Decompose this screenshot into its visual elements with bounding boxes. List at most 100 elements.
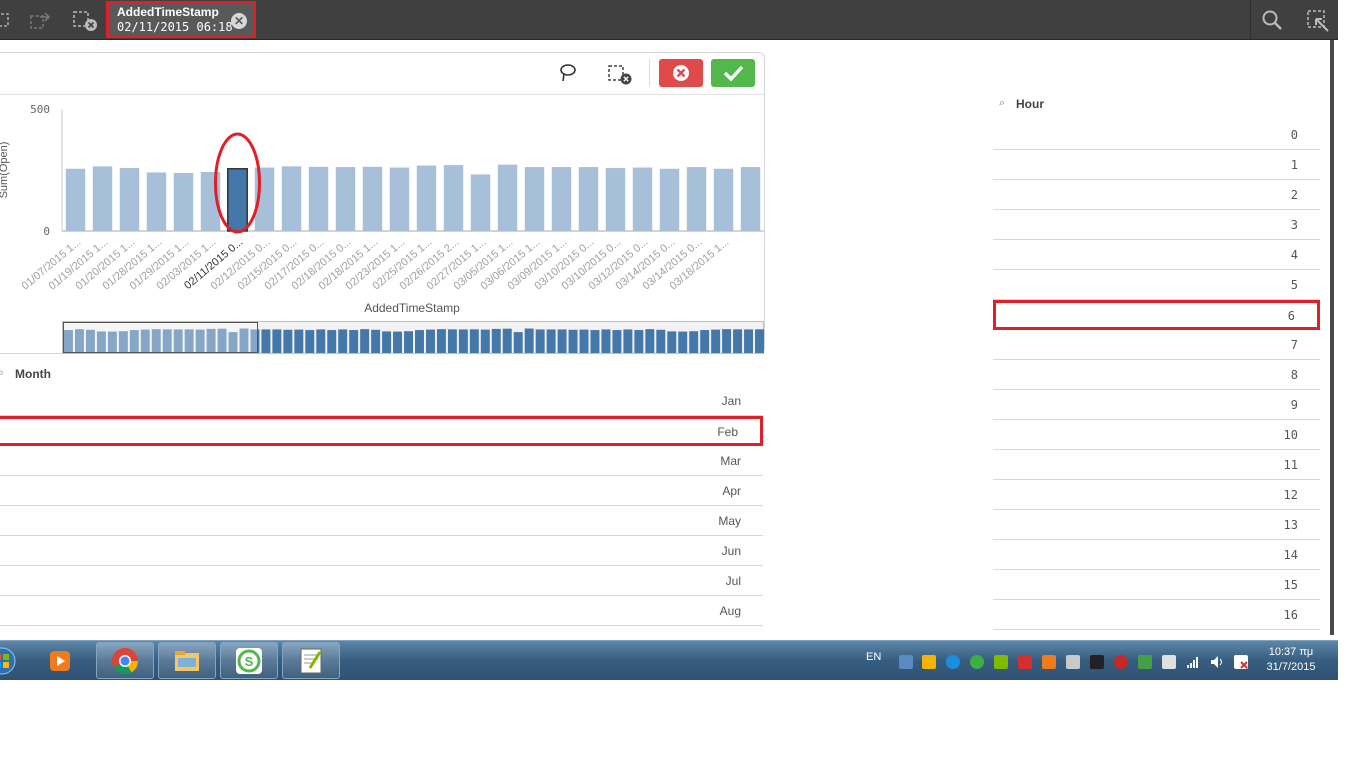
tray-app-icon[interactable] [1114,655,1128,669]
tray-app-icon[interactable] [1042,655,1056,669]
month-list-item[interactable]: Jan [0,386,763,416]
search-icon[interactable] [1260,8,1284,32]
tray-icon[interactable] [899,655,913,669]
lasso-icon[interactable] [555,59,581,87]
google-drive-icon[interactable] [922,655,936,669]
confirm-button[interactable] [711,59,755,87]
bar-chart-panel[interactable]: 500 0 Sum(Open) 01/07/2015 1... 01/19/2015 1… [0,52,765,354]
hour-list-item[interactable]: 8 [993,360,1320,390]
month-list-item[interactable]: May [0,506,763,536]
mini-bar [458,329,468,353]
current-selection-item[interactable]: AddedTimeStamp 02/11/2015 06:18 ✕ [106,1,256,38]
bar [632,167,653,231]
notepad-plus-plus-icon[interactable] [282,642,340,679]
bar [740,167,761,231]
month-list-item[interactable]: Apr [0,476,763,506]
bar [470,174,491,231]
hour-list-item[interactable]: 9 [993,390,1320,420]
teamviewer-icon[interactable] [946,655,960,669]
cancel-button[interactable] [659,59,703,87]
mini-bar [678,331,688,353]
hour-filter-pane: ⌕ Hour 0 1 2 3 4 5 6 7 8 9 10 11 12 13 14 15 16 [993,92,1323,635]
tray-app-icon[interactable] [994,655,1008,669]
selections-forward-icon[interactable] [28,8,52,32]
tray-app-icon[interactable] [1066,655,1080,669]
clear-selection-icon[interactable] [607,59,633,87]
search-icon[interactable]: ⌕ [999,97,1005,110]
month-list-item[interactable]: Feb [0,416,763,446]
month-list-item[interactable]: Aug [0,596,763,626]
close-icon[interactable]: ✕ [231,13,247,29]
tray-app-icon[interactable] [1090,655,1104,669]
hour-list-item[interactable]: 15 [993,570,1320,600]
hour-list-item[interactable]: 11 [993,450,1320,480]
hour-list-item[interactable]: 6 [993,300,1320,330]
windows-taskbar: S EN 10:37 πμ 31/7/2015 [0,640,1338,680]
hour-list-item[interactable]: 2 [993,180,1320,210]
mini-bar [469,329,479,353]
hour-list-item-label: 4 [1290,248,1298,262]
hour-list-item[interactable]: 10 [993,420,1320,450]
scrollbar-thumb[interactable] [63,322,258,353]
search-icon[interactable]: ⌕ [0,367,4,380]
battery-icon[interactable] [1162,655,1176,669]
bar [362,166,383,231]
mini-bar [700,330,710,353]
hour-list-item[interactable]: 12 [993,480,1320,510]
start-icon[interactable] [0,645,18,677]
hour-list-item[interactable]: 3 [993,210,1320,240]
qlik-sense-icon[interactable]: S [220,642,278,679]
hour-list-item[interactable]: 4 [993,240,1320,270]
shield-icon[interactable] [1138,655,1152,669]
bar [308,166,329,231]
hour-list-item-label: 15 [1283,578,1298,592]
month-list-item[interactable]: Jul [0,566,763,596]
selections-toolbar: AddedTimeStamp 02/11/2015 06:18 ✕ [0,0,1338,40]
media-player-icon[interactable] [44,645,76,677]
mini-bar [546,329,556,353]
bar [389,167,410,231]
hour-list-item-label: 14 [1283,548,1298,562]
month-list-item[interactable]: Jun [0,536,763,566]
mini-bar [349,330,359,353]
chart-scrollbar[interactable] [62,321,764,354]
system-clock[interactable]: 10:37 πμ 31/7/2015 [1256,645,1326,675]
hour-list-item[interactable]: 13 [993,510,1320,540]
bar [551,167,572,231]
hour-list-item[interactable]: 5 [993,270,1320,300]
hour-list-item-label: 11 [1283,458,1298,472]
mini-bar [360,329,370,353]
hour-list-item[interactable]: 1 [993,150,1320,180]
volume-icon[interactable] [1210,655,1224,669]
hour-list-item-label: 9 [1290,398,1298,412]
adobe-icon[interactable] [1018,655,1032,669]
explorer-icon[interactable] [158,642,216,679]
hour-list-item[interactable]: 16 [993,600,1320,630]
network-icon[interactable] [1186,655,1200,669]
hour-list-item-label: 13 [1283,518,1298,532]
month-list-item-label: Jan [721,394,741,408]
bar [281,166,302,231]
bar-chart[interactable]: 5000Sum(Open)01/07/2015 1...01/19/2015 1… [0,97,766,319]
selections-back-icon[interactable] [0,8,14,32]
hour-list-item[interactable]: 7 [993,330,1320,360]
month-list-item[interactable]: Mar [0,446,763,476]
sync-icon[interactable] [970,655,984,669]
month-list-item-label: Apr [722,484,741,498]
bar [146,172,167,231]
clear-selections-icon[interactable] [72,8,97,32]
mini-bar [305,330,315,353]
hour-list-item[interactable]: 14 [993,540,1320,570]
hour-list-item[interactable]: 0 [993,120,1320,150]
mini-bar [480,329,490,353]
bar [173,172,194,231]
smart-search-icon[interactable] [1305,8,1329,32]
chrome-icon[interactable] [96,642,154,679]
language-indicator[interactable]: EN [866,651,881,663]
selection-toolbar [0,53,764,95]
hour-list-item-label: 7 [1290,338,1298,352]
mini-bar [601,329,611,353]
mini-bar [755,329,764,353]
selected-bar [227,168,248,232]
action-center-icon[interactable] [1234,655,1248,669]
